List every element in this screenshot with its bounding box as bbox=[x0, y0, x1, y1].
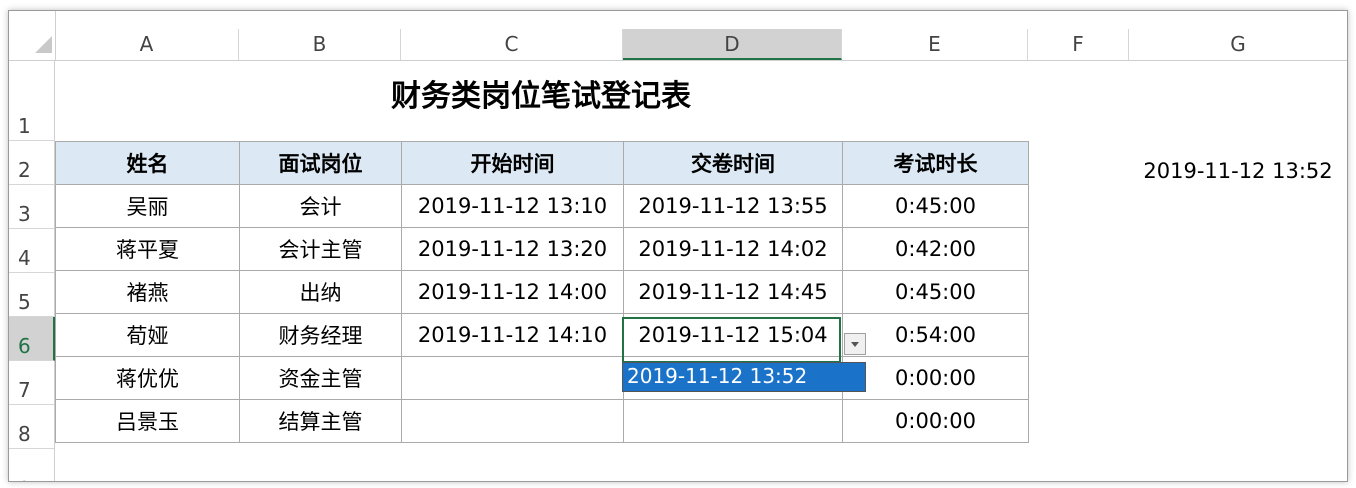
column-header-b[interactable]: B bbox=[239, 29, 401, 60]
column-header-e[interactable]: E bbox=[842, 29, 1028, 60]
header-cell[interactable]: 开始时间 bbox=[401, 141, 624, 185]
row-number: 1 bbox=[18, 114, 31, 138]
cell[interactable]: 2019-11-12 14:02 bbox=[623, 227, 843, 271]
cell[interactable]: 财务经理 bbox=[239, 313, 402, 357]
cell[interactable] bbox=[401, 399, 624, 443]
row-number: 8 bbox=[18, 422, 31, 446]
cell[interactable]: 2019-11-12 14:10 bbox=[401, 313, 624, 357]
column-header-f[interactable]: F bbox=[1028, 29, 1129, 60]
row-header-4[interactable]: 4 bbox=[9, 229, 55, 273]
row-number: 5 bbox=[18, 290, 31, 314]
table-row: 蒋优优 资金主管 0:00:00 bbox=[55, 356, 1029, 400]
cell[interactable]: 0:00:00 bbox=[842, 356, 1029, 400]
column-header-c[interactable]: C bbox=[401, 29, 623, 60]
cell[interactable]: 蒋平夏 bbox=[55, 227, 240, 271]
row-header-8[interactable]: 8 bbox=[9, 405, 55, 449]
cell[interactable]: 0:54:00 bbox=[842, 313, 1029, 357]
cell[interactable]: 0:45:00 bbox=[842, 184, 1029, 228]
cell-g2[interactable]: 2019-11-12 13:52 bbox=[1129, 151, 1347, 191]
dropdown-list-option[interactable]: 2019-11-12 13:52 bbox=[622, 362, 866, 392]
table-row: 吴丽 会计 2019-11-12 13:10 2019-11-12 13:55 … bbox=[55, 184, 1029, 228]
table-row: 吕景玉 结算主管 0:00:00 bbox=[55, 399, 1029, 443]
row-header-9[interactable]: 9 bbox=[9, 449, 55, 481]
row-header-5[interactable]: 5 bbox=[9, 273, 55, 317]
cell[interactable]: 会计 bbox=[239, 184, 402, 228]
cell[interactable]: 2019-11-12 13:10 bbox=[401, 184, 624, 228]
cell[interactable] bbox=[401, 356, 624, 400]
column-header-a[interactable]: A bbox=[55, 29, 239, 60]
cell[interactable] bbox=[623, 399, 843, 443]
row-header-7[interactable]: 7 bbox=[9, 361, 55, 405]
data-table: 姓名 面试岗位 开始时间 交卷时间 考试时长 吴丽 会计 2019-11-12 … bbox=[55, 141, 1029, 443]
dropdown-arrow-icon[interactable] bbox=[844, 333, 866, 355]
row-header-1[interactable]: 1 bbox=[9, 61, 55, 141]
active-cell-d6[interactable]: 2019-11-12 15:04 bbox=[623, 313, 843, 357]
table-row: 荀娅 财务经理 2019-11-12 14:10 2019-11-12 15:0… bbox=[55, 313, 1029, 357]
header-cell[interactable]: 面试岗位 bbox=[239, 141, 402, 185]
header-cell[interactable]: 交卷时间 bbox=[623, 141, 843, 185]
table-row: 蒋平夏 会计主管 2019-11-12 13:20 2019-11-12 14:… bbox=[55, 227, 1029, 271]
row-number: 4 bbox=[18, 246, 31, 270]
select-all-corner[interactable] bbox=[9, 11, 56, 60]
header-cell[interactable]: 姓名 bbox=[55, 141, 240, 185]
row-header-6[interactable]: 6 bbox=[9, 317, 55, 361]
header-cell[interactable]: 考试时长 bbox=[842, 141, 1029, 185]
cell[interactable]: 蒋优优 bbox=[55, 356, 240, 400]
spreadsheet-window: A B C D E F G 1 2 3 4 5 6 7 8 9 财务类岗位笔试登… bbox=[8, 10, 1348, 482]
select-all-icon bbox=[35, 36, 52, 53]
cell[interactable]: 0:00:00 bbox=[842, 399, 1029, 443]
cell[interactable]: 0:42:00 bbox=[842, 227, 1029, 271]
table-row: 褚燕 出纳 2019-11-12 14:00 2019-11-12 14:45 … bbox=[55, 270, 1029, 314]
column-header-d[interactable]: D bbox=[623, 29, 842, 60]
row-header-3[interactable]: 3 bbox=[9, 185, 55, 229]
cell[interactable]: 褚燕 bbox=[55, 270, 240, 314]
cell[interactable]: 资金主管 bbox=[239, 356, 402, 400]
cell[interactable]: 荀娅 bbox=[55, 313, 240, 357]
row-number: 7 bbox=[18, 378, 31, 402]
cell[interactable]: 出纳 bbox=[239, 270, 402, 314]
row-number: 6 bbox=[18, 334, 31, 358]
cell[interactable]: 0:45:00 bbox=[842, 270, 1029, 314]
cell[interactable]: 2019-11-12 13:20 bbox=[401, 227, 624, 271]
column-header-g[interactable]: G bbox=[1129, 29, 1347, 60]
sheet-title[interactable]: 财务类岗位笔试登记表 bbox=[55, 61, 1027, 141]
cell[interactable]: 会计主管 bbox=[239, 227, 402, 271]
cell[interactable]: 2019-11-12 14:00 bbox=[401, 270, 624, 314]
cell[interactable]: 结算主管 bbox=[239, 399, 402, 443]
row-number: 9 bbox=[18, 477, 31, 481]
row-header-2[interactable]: 2 bbox=[9, 141, 55, 185]
cell[interactable]: 吕景玉 bbox=[55, 399, 240, 443]
cell[interactable]: 2019-11-12 13:55 bbox=[623, 184, 843, 228]
cell[interactable]: 2019-11-12 14:45 bbox=[623, 270, 843, 314]
row-number: 2 bbox=[18, 158, 31, 182]
row-number: 3 bbox=[18, 202, 31, 226]
header-row: 姓名 面试岗位 开始时间 交卷时间 考试时长 bbox=[55, 141, 1029, 185]
cell[interactable]: 吴丽 bbox=[55, 184, 240, 228]
